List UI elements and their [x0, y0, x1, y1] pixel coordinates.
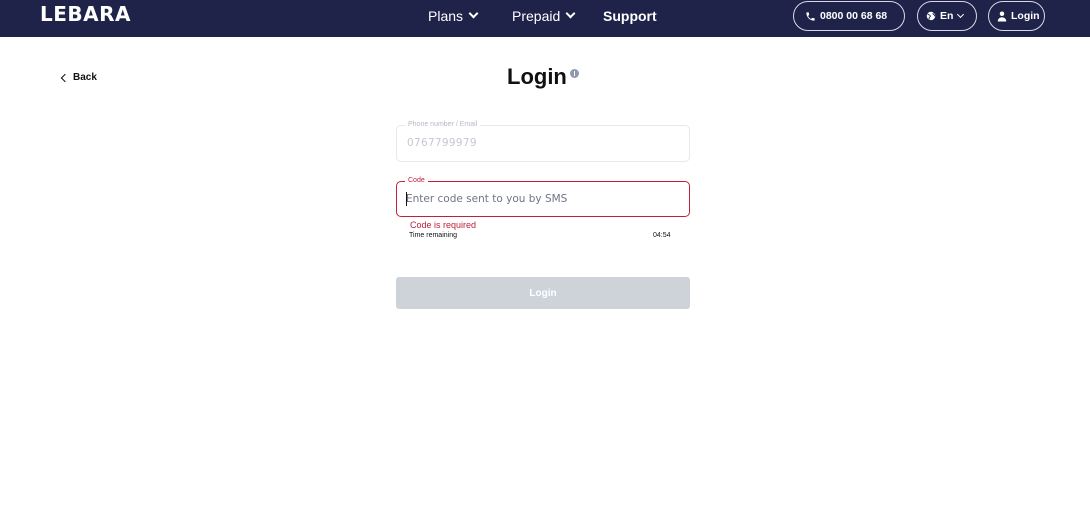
- back-link[interactable]: Back: [60, 72, 97, 83]
- top-nav-bar: LEBARA Plans Prepaid Support 0800 00 68 …: [0, 0, 1090, 37]
- code-field: Code: [396, 176, 690, 217]
- chevron-down-icon: [565, 8, 576, 19]
- nav-prepaid[interactable]: Prepaid: [512, 0, 576, 31]
- header-login-button[interactable]: Login: [988, 1, 1045, 31]
- chevron-left-icon: [60, 73, 70, 82]
- phone-button[interactable]: 0800 00 68 68: [793, 1, 905, 31]
- code-error-message: Code is required: [410, 220, 477, 230]
- chevron-down-icon: [468, 8, 479, 19]
- nav-plans-label: Plans: [428, 7, 464, 24]
- login-submit-button[interactable]: Login: [396, 277, 690, 309]
- code-label: Code: [405, 176, 428, 186]
- text-cursor: [406, 192, 407, 206]
- phone-icon: [806, 11, 815, 21]
- time-remaining-label: Time remaining: [409, 232, 457, 239]
- time-remaining-value: 04:54: [653, 232, 671, 239]
- phone-email-field[interactable]: Phone number / Email 0767799979: [396, 120, 690, 162]
- language-label: En: [940, 10, 954, 22]
- nav-support-label: Support: [603, 7, 657, 24]
- globe-icon: [926, 11, 936, 21]
- phone-email-label: Phone number / Email: [405, 120, 481, 130]
- back-label: Back: [73, 72, 97, 83]
- nav-support[interactable]: Support: [603, 0, 657, 31]
- header-login-label: Login: [1011, 10, 1040, 22]
- brand-logo[interactable]: LEBARA: [40, 2, 131, 26]
- chevron-down-icon: [957, 10, 965, 19]
- language-selector[interactable]: En: [917, 1, 977, 31]
- nav-prepaid-label: Prepaid: [512, 7, 561, 24]
- phone-email-value: 0767799979: [407, 137, 477, 149]
- info-icon[interactable]: [570, 69, 579, 78]
- page-title: Login: [507, 64, 567, 89]
- nav-plans[interactable]: Plans: [428, 0, 479, 31]
- user-icon: [997, 11, 1007, 21]
- code-input[interactable]: [406, 191, 676, 207]
- phone-number: 0800 00 68 68: [820, 10, 888, 22]
